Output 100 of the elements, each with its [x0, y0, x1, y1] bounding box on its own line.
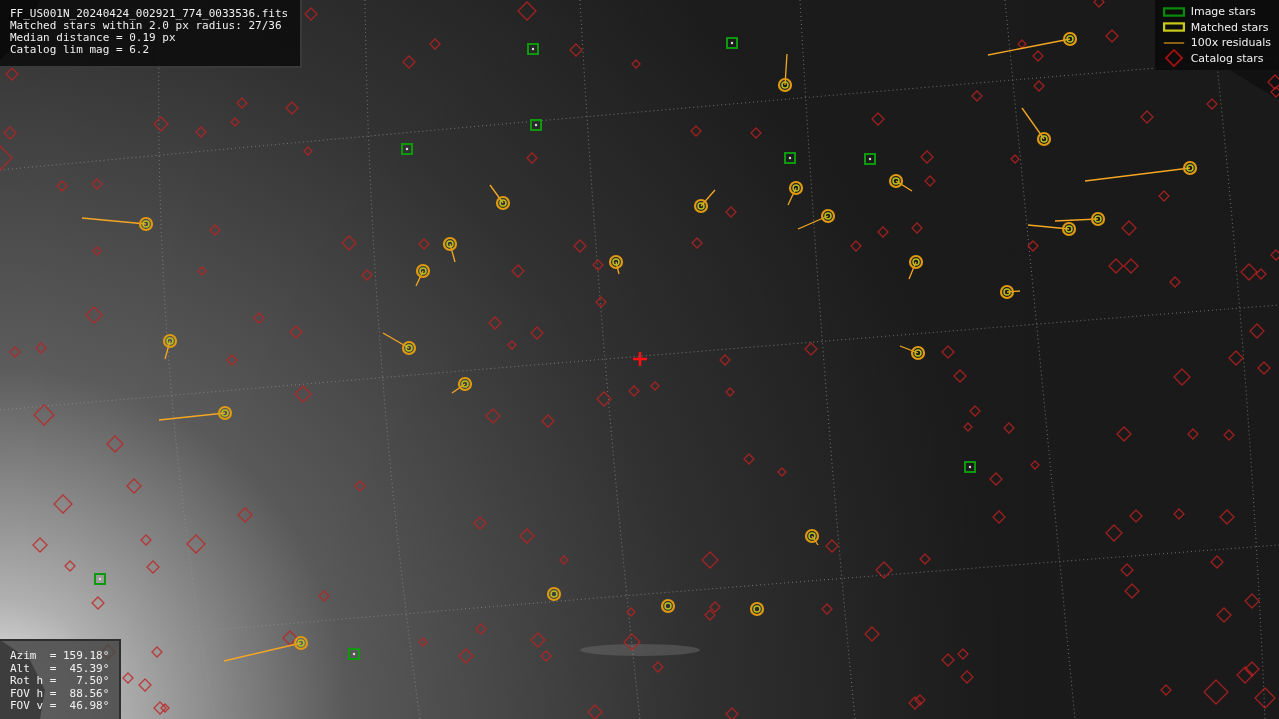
catalog-star-marker [1270, 86, 1279, 98]
catalog-star-marker [804, 342, 818, 356]
catalog-star-marker [992, 510, 1006, 524]
catalog-star-marker [725, 206, 737, 218]
catalog-star-marker [289, 325, 303, 339]
catalog-star-marker [1121, 220, 1137, 236]
catalog-star-marker [402, 55, 416, 69]
catalog-star-marker [9, 346, 21, 358]
catalog-star-marker [294, 385, 312, 403]
catalog-star-marker [825, 539, 839, 553]
residual-line [1006, 290, 1021, 293]
catalog-star-marker [1027, 240, 1039, 252]
catalog-star-marker [864, 626, 880, 642]
catalog-star-marker [318, 590, 330, 602]
catalog-star-marker [1169, 276, 1181, 288]
catalog-star-marker [236, 97, 248, 109]
pointing-text: FOV v = 46.98° [10, 700, 110, 713]
catalog-star-marker [1010, 154, 1020, 164]
catalog-star-marker [1123, 258, 1139, 274]
catalog-star-marker [186, 534, 206, 554]
catalog-star-marker [1017, 39, 1027, 49]
catalog-star-marker [704, 609, 716, 621]
catalog-star-marker [1124, 583, 1140, 599]
catalog-star-marker [1216, 607, 1232, 623]
catalog-star-marker [540, 650, 552, 662]
catalog-star-marker [303, 146, 313, 156]
catalog-star-marker [511, 264, 525, 278]
catalog-star-marker [1254, 687, 1276, 709]
catalog-star-marker [1173, 508, 1185, 520]
catalog-star-marker [418, 238, 430, 250]
catalog-star-marker [1210, 555, 1224, 569]
catalog-star-marker [871, 112, 885, 126]
catalog-star-marker [971, 90, 983, 102]
info-text: Median distance = 0.19 px [10, 32, 177, 44]
legend-label: Image stars [1190, 5, 1256, 19]
catalog-star-marker [35, 342, 47, 354]
catalog-star-marker [628, 385, 640, 397]
catalog-star-marker [418, 637, 428, 647]
catalog-star-marker [1187, 428, 1199, 440]
catalog-star-marker [0, 145, 13, 171]
catalog-star-marker [750, 127, 762, 139]
catalog-star-marker [91, 596, 105, 610]
catalog-star-marker [526, 152, 538, 164]
catalog-star-marker [253, 312, 265, 324]
catalog-star-marker [963, 422, 973, 432]
catalog-star-marker [53, 494, 73, 514]
catalog-star-marker [153, 701, 167, 715]
catalog-star-marker [1033, 80, 1045, 92]
residual-line [449, 243, 456, 263]
catalog-star-marker [623, 633, 641, 651]
catalog-star-marker [719, 354, 731, 366]
catalog-star-marker [1257, 361, 1271, 375]
residual-line [1054, 218, 1099, 222]
catalog-star-marker [1003, 422, 1015, 434]
catalog-star-marker [1223, 429, 1235, 441]
catalog-star-marker [701, 551, 719, 569]
catalog-star-marker [725, 387, 735, 397]
catalog-star-marker [1249, 323, 1265, 339]
catalog-star-marker [473, 516, 487, 530]
catalog-star-marker [1219, 509, 1235, 525]
catalog-star-marker [1173, 368, 1191, 386]
catalog-star-marker [953, 369, 967, 383]
info-text: FF_US001N_20240424_002921_774_0033536.fits [10, 8, 289, 20]
catalog-star-marker [92, 246, 102, 256]
catalog-star-marker [429, 38, 441, 50]
catalog-star-marker [195, 126, 207, 138]
catalog-star-marker [361, 269, 373, 281]
catalog-star-marker [126, 478, 142, 494]
catalog-star-marker [595, 296, 607, 308]
catalog-star-marker [821, 603, 833, 615]
catalog-star-marker [146, 560, 160, 574]
legend-label: Matched stars [1190, 20, 1269, 34]
catalog-star-marker [341, 235, 357, 251]
catalog-star-marker [911, 222, 923, 234]
catalog-star-marker [475, 623, 487, 635]
residual-line [158, 412, 226, 421]
catalog-star-marker [1129, 509, 1143, 523]
catalog-star-marker [1236, 666, 1254, 684]
info-text: Catalog lim mag = 6.2 [10, 44, 151, 56]
catalog-star-marker [209, 224, 221, 236]
catalog-star-marker [541, 414, 555, 428]
catalog-star-marker [488, 316, 502, 330]
catalog-star-marker [33, 404, 55, 426]
residual-line [415, 270, 424, 287]
catalog-star-marker [1116, 426, 1132, 442]
catalog-star-marker [1206, 98, 1218, 110]
catalog-star-marker [626, 607, 636, 617]
catalog-star-marker [1160, 684, 1172, 696]
catalog-star-marker [1105, 29, 1119, 43]
residual-line [382, 332, 410, 349]
residual-line [797, 215, 829, 230]
catalog-star-marker [1105, 524, 1123, 542]
catalog-star-marker [914, 694, 926, 706]
catalog-star-marker [1244, 593, 1260, 609]
catalog-star-marker [5, 67, 19, 81]
residual-line [164, 340, 171, 360]
catalog-star-marker [64, 560, 76, 572]
catalog-star-marker [530, 326, 544, 340]
residual-line [700, 189, 716, 207]
catalog-star-marker [941, 345, 955, 359]
